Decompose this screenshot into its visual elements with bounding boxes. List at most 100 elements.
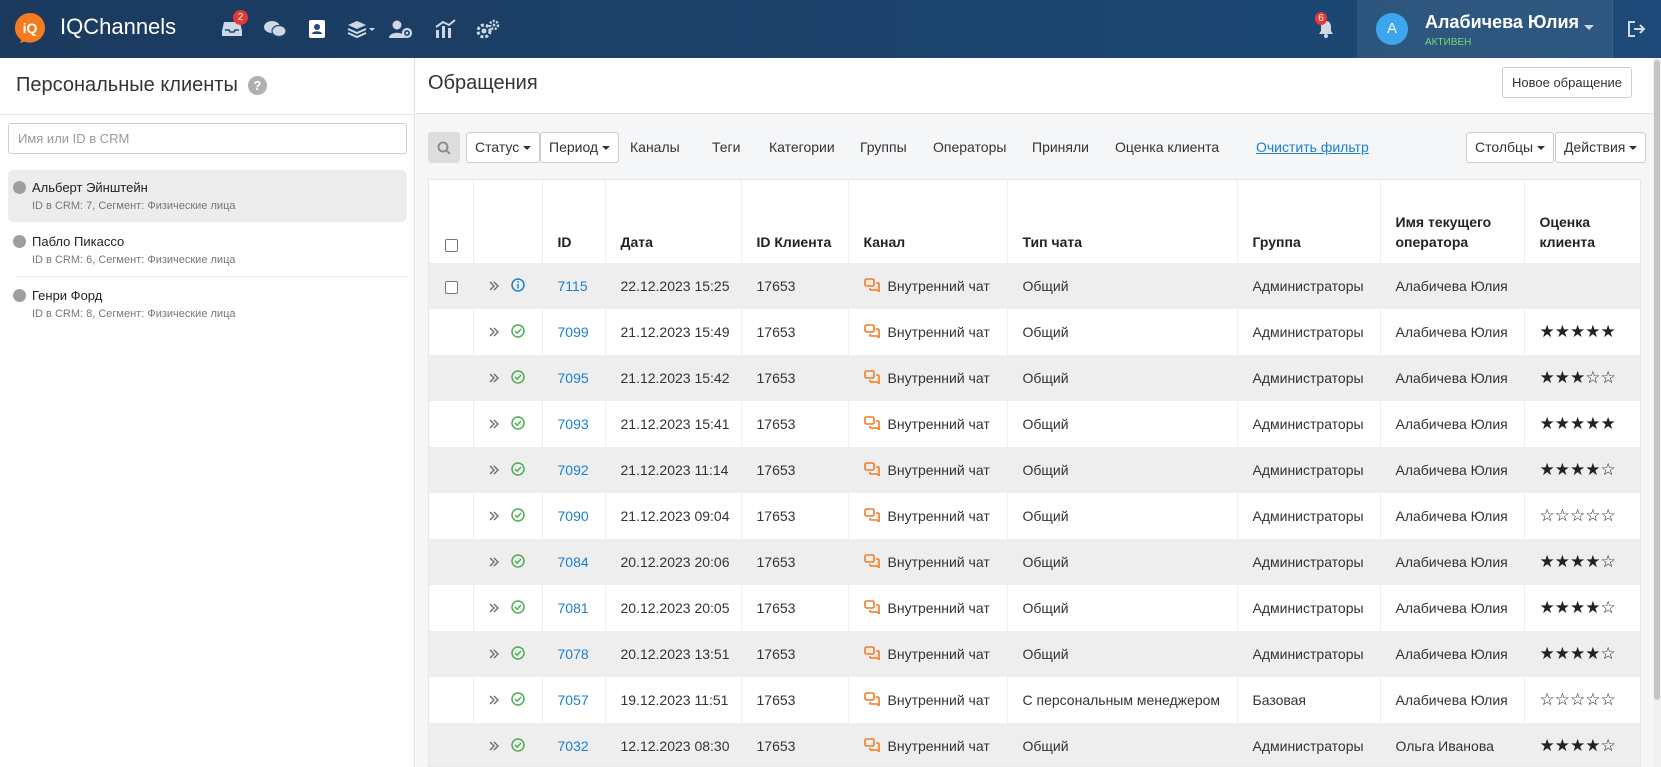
row-chat-type: С персональным менеджером bbox=[1007, 677, 1238, 723]
id-header[interactable]: ID bbox=[542, 180, 606, 263]
row-chat-type: Общий bbox=[1007, 723, 1238, 766]
row-id-link[interactable]: 7032 bbox=[542, 723, 606, 766]
row-id-link[interactable]: 7078 bbox=[542, 631, 606, 677]
actions-dropdown[interactable]: Действия bbox=[1555, 132, 1647, 163]
new-appeal-button[interactable]: Новое обращение bbox=[1502, 67, 1633, 98]
help-icon[interactable]: ? bbox=[247, 76, 267, 95]
row-id-link[interactable]: 7115 bbox=[542, 263, 606, 309]
group-header[interactable]: Группа bbox=[1237, 180, 1381, 263]
contacts-icon[interactable] bbox=[304, 17, 330, 41]
row-id-link[interactable]: 7081 bbox=[542, 585, 606, 631]
user-settings-icon[interactable] bbox=[388, 17, 414, 41]
row-date: 21.12.2023 15:42 bbox=[605, 355, 742, 401]
caret-down-icon bbox=[1629, 146, 1638, 151]
rating-stars: ★★★★☆ bbox=[1539, 552, 1616, 571]
expand-arrows-icon[interactable] bbox=[489, 370, 499, 386]
page-scrollbar[interactable] bbox=[1653, 58, 1661, 767]
expand-arrows-icon bbox=[489, 373, 499, 383]
row-actions-cell bbox=[473, 263, 543, 309]
expand-arrows-icon[interactable] bbox=[489, 278, 499, 294]
scrollbar-thumb[interactable] bbox=[1654, 60, 1660, 700]
filter-accepted[interactable]: Приняли bbox=[1032, 139, 1089, 155]
table-row[interactable]: 7092 21.12.2023 11:14 17653 Внутренний чат О… bbox=[429, 447, 1640, 493]
settings-icon[interactable] bbox=[475, 17, 501, 41]
table-row[interactable]: 7115 22.12.2023 15:25 17653 Внутренний чат О… bbox=[429, 263, 1640, 309]
expand-arrows-icon[interactable] bbox=[489, 462, 499, 478]
table-row[interactable]: 7057 19.12.2023 11:51 17653 Внутренний чат С… bbox=[429, 677, 1640, 723]
row-id-link[interactable]: 7093 bbox=[542, 401, 606, 447]
layers-icon[interactable] bbox=[345, 17, 379, 41]
expand-arrows-icon[interactable] bbox=[489, 554, 499, 570]
row-id-link[interactable]: 7090 bbox=[542, 493, 606, 539]
filter-categories[interactable]: Категории bbox=[769, 139, 835, 155]
filter-client-rating[interactable]: Оценка клиента bbox=[1115, 139, 1219, 155]
operator-header[interactable]: Имя текущего оператора bbox=[1380, 180, 1525, 263]
chat-icon[interactable] bbox=[262, 17, 288, 41]
row-group: Администраторы bbox=[1237, 401, 1381, 447]
client-info: ID в CRM: 8, Сегмент: Физические лица bbox=[32, 308, 236, 320]
table-row[interactable]: 7078 20.12.2023 13:51 17653 Внутренний чат О… bbox=[429, 631, 1640, 677]
table-row[interactable]: 7093 21.12.2023 15:41 17653 Внутренний чат О… bbox=[429, 401, 1640, 447]
check-circle-icon bbox=[510, 691, 525, 709]
expand-arrows-icon[interactable] bbox=[489, 600, 499, 616]
row-checkbox[interactable] bbox=[445, 280, 458, 294]
operator-header-line1: Имя текущего bbox=[1395, 214, 1492, 230]
expand-arrows-icon[interactable] bbox=[489, 646, 499, 662]
rating-header[interactable]: Оценка клиента bbox=[1524, 180, 1640, 263]
client-item[interactable]: Пабло Пикассо ID в CRM: 6, Сегмент: Физи… bbox=[8, 224, 407, 276]
chat-channel-icon bbox=[863, 599, 880, 617]
expand-arrows-icon[interactable] bbox=[489, 324, 499, 340]
expand-arrows-icon[interactable] bbox=[489, 738, 499, 754]
row-id-link[interactable]: 7092 bbox=[542, 447, 606, 493]
client-info: ID в CRM: 6, Сегмент: Физические лица bbox=[32, 254, 236, 266]
main-header: Обращения Новое обращение bbox=[416, 58, 1653, 114]
chat-channel-icon bbox=[863, 507, 880, 523]
logout-button[interactable] bbox=[1612, 0, 1661, 58]
chat-channel-icon bbox=[863, 369, 880, 385]
filter-operators[interactable]: Операторы bbox=[933, 139, 1006, 155]
date-header[interactable]: Дата bbox=[605, 180, 742, 263]
table-row[interactable]: 7095 21.12.2023 15:42 17653 Внутренний чат О… bbox=[429, 355, 1640, 401]
expand-arrows-icon[interactable] bbox=[489, 508, 499, 524]
filter-channels[interactable]: Каналы bbox=[630, 139, 680, 155]
chat-type-header[interactable]: Тип чата bbox=[1007, 180, 1238, 263]
filter-groups[interactable]: Группы bbox=[860, 139, 907, 155]
period-dropdown[interactable]: Период bbox=[540, 132, 620, 163]
status-dropdown[interactable]: Статус bbox=[466, 132, 541, 163]
iqchannels-logo[interactable]: iQ bbox=[14, 12, 46, 44]
notifications-icon[interactable]: 6 bbox=[1313, 12, 1339, 41]
expand-arrows-icon[interactable] bbox=[489, 416, 499, 432]
clear-filter-link[interactable]: Очистить фильтр bbox=[1256, 139, 1369, 155]
row-channel-label: Внутренний чат bbox=[887, 600, 990, 616]
client-item[interactable]: Альберт Эйнштейн ID в CRM: 7, Сегмент: Ф… bbox=[8, 170, 407, 222]
row-id-link[interactable]: 7084 bbox=[542, 539, 606, 585]
channel-header[interactable]: Канал bbox=[848, 180, 1008, 263]
filter-tags[interactable]: Теги bbox=[712, 139, 740, 155]
user-menu[interactable]: А Алабичева Юлия АКТИВЕН bbox=[1357, 0, 1612, 58]
select-all-checkbox[interactable] bbox=[445, 238, 458, 252]
table-row[interactable]: 7081 20.12.2023 20:05 17653 Внутренний чат О… bbox=[429, 585, 1640, 631]
row-id-link[interactable]: 7099 bbox=[542, 309, 606, 355]
user-icon bbox=[13, 235, 26, 248]
table-row[interactable]: 7099 21.12.2023 15:49 17653 Внутренний чат О… bbox=[429, 309, 1640, 355]
row-date: 21.12.2023 11:14 bbox=[605, 447, 742, 493]
table-row[interactable]: 7090 21.12.2023 09:04 17653 Внутренний чат О… bbox=[429, 493, 1640, 539]
client-item[interactable]: Генри Форд ID в CRM: 8, Сегмент: Физичес… bbox=[8, 278, 407, 330]
row-id-link[interactable]: 7057 bbox=[542, 677, 606, 723]
columns-dropdown[interactable]: Столбцы bbox=[1466, 132, 1555, 163]
operator-header-line2: оператора bbox=[1395, 234, 1469, 250]
table-row[interactable]: 7084 20.12.2023 20:06 17653 Внутренний чат О… bbox=[429, 539, 1640, 585]
row-select-cell bbox=[429, 539, 474, 585]
client-search-input[interactable] bbox=[8, 123, 407, 154]
analytics-icon[interactable] bbox=[432, 17, 458, 41]
row-date: 21.12.2023 09:04 bbox=[605, 493, 742, 539]
inbox-icon[interactable]: 2 bbox=[219, 10, 248, 41]
expand-arrows-icon[interactable] bbox=[489, 692, 499, 708]
filter-search-button[interactable] bbox=[428, 132, 460, 163]
row-date: 21.12.2023 15:41 bbox=[605, 401, 742, 447]
row-date: 20.12.2023 13:51 bbox=[605, 631, 742, 677]
row-actions-cell bbox=[473, 585, 543, 631]
row-id-link[interactable]: 7095 bbox=[542, 355, 606, 401]
table-row[interactable]: 7032 12.12.2023 08:30 17653 Внутренний чат О… bbox=[429, 723, 1640, 766]
client-id-header[interactable]: ID Клиента bbox=[741, 180, 849, 263]
